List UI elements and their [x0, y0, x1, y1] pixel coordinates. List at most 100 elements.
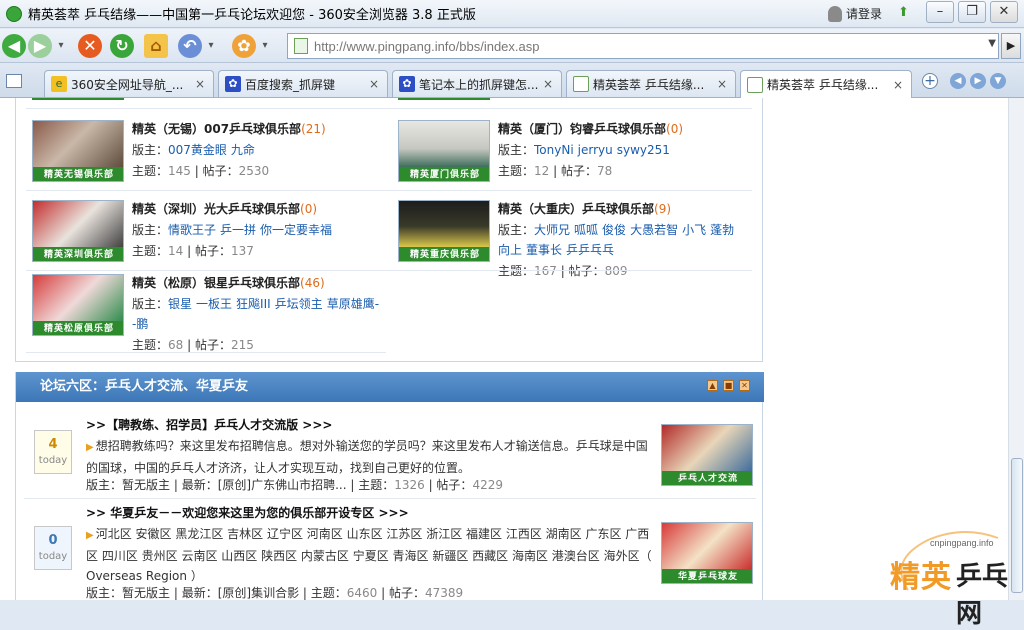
- club-moderators: 版主：007黄金眼 九命: [132, 143, 255, 157]
- club-stats: 主题：14 | 帖子：137: [132, 244, 254, 258]
- close-section-icon[interactable]: ✕: [739, 380, 750, 391]
- page-icon: [573, 76, 589, 92]
- forum-title[interactable]: >> 华夏乒友－－欢迎您来这里为您的俱乐部开设专区 >>>: [86, 504, 409, 521]
- forum-meta: 版主：暂无版主 | 最新：[原创]集训合影 | 主题：6460 | 帖子：473…: [86, 586, 464, 600]
- moderator-link[interactable]: 向上: [498, 243, 522, 257]
- moderator-link[interactable]: 乒一拼: [220, 223, 256, 237]
- forward-icon[interactable]: ▶: [28, 34, 52, 58]
- moderator-link[interactable]: 一板王: [196, 297, 232, 311]
- tab-close-icon[interactable]: ×: [369, 77, 381, 91]
- tab-label: 360安全网址导航_...: [71, 77, 184, 92]
- paw-dropdown-icon[interactable]: ▾: [258, 34, 272, 58]
- moderator-link[interactable]: 俊俊: [602, 223, 626, 237]
- moderator-link[interactable]: 乒乒乓乓: [566, 243, 614, 257]
- tab-pingpang-active[interactable]: 精英荟萃 乒乓结缘... ×: [740, 70, 912, 98]
- sidebar-toggle-icon[interactable]: [6, 74, 22, 88]
- thumbnail-caption: 精英重庆俱乐部: [399, 247, 489, 261]
- club-xiamen: 精英厦门俱乐部 精英（厦门）钧睿乒乓球俱乐部(0) 版主：TonyNi jerry…: [398, 120, 758, 198]
- club-name[interactable]: 精英（大重庆）乒乓球俱乐部(9): [498, 200, 671, 217]
- baidu-paw-icon: ✿: [399, 76, 415, 92]
- undo-close-icon[interactable]: ↶: [178, 34, 202, 58]
- back-icon[interactable]: ◀: [2, 34, 26, 58]
- paw-icon[interactable]: ✿: [232, 34, 256, 58]
- home-icon[interactable]: ⌂: [144, 34, 168, 58]
- login-label: 请登录: [846, 7, 883, 21]
- stop-icon[interactable]: ✕: [78, 34, 102, 58]
- latest-post-link[interactable]: | 最新：[原创]广东佛山市招聘...: [174, 478, 347, 492]
- moderator-link[interactable]: TonyNi: [534, 143, 574, 157]
- moderator-link[interactable]: 你一定要幸福: [260, 223, 332, 237]
- club-name[interactable]: 精英（松原）银星乒乓球俱乐部(46): [132, 274, 325, 291]
- watermark-text-orange: 精英: [890, 560, 952, 595]
- list-icon[interactable]: ■: [723, 380, 734, 391]
- forum-meta: 版主：暂无版主 | 最新：[原创]广东佛山市招聘... | 主题：1326 | …: [86, 478, 503, 492]
- window-title: 精英荟萃 乒乓结缘——中国第一乒乓论坛欢迎您 - 360安全浏览器 3.8 正式…: [28, 8, 476, 23]
- moderator-link[interactable]: sywy251: [617, 143, 670, 157]
- club-name[interactable]: 精英（厦门）钧睿乒乓球俱乐部(0): [498, 120, 683, 137]
- undo-dropdown-icon[interactable]: ▾: [204, 34, 218, 58]
- forum-huaxia-friends: 0 today >> 华夏乒友－－欢迎您来这里为您的俱乐部开设专区 >>> ▶ 河…: [16, 500, 764, 600]
- minimize-button[interactable]: –: [926, 1, 954, 23]
- club-name[interactable]: 精英（深圳）光大乒乓球俱乐部(0): [132, 200, 317, 217]
- moderator-link[interactable]: 007黄金眼: [168, 143, 227, 157]
- moderator-link[interactable]: 蓬勃: [710, 223, 734, 237]
- moderator-link[interactable]: 小飞: [682, 223, 706, 237]
- moderator-link[interactable]: jerryu: [578, 143, 613, 157]
- moderator-link[interactable]: 九命: [231, 143, 255, 157]
- moderator-link[interactable]: 乒坛领主: [275, 297, 323, 311]
- club-thumbnail[interactable]: 精英无锡俱乐部: [32, 120, 124, 182]
- thumbnail-caption: 精英无锡俱乐部: [33, 167, 123, 181]
- tab-close-icon[interactable]: ×: [195, 77, 207, 91]
- club-name[interactable]: 精英（无锡）007乒乓球俱乐部(21): [132, 120, 326, 137]
- club-thumbnail[interactable]: 精英厦门俱乐部: [398, 120, 490, 182]
- latest-post-link[interactable]: | 最新：[原创]集训合影: [174, 586, 299, 600]
- tab-360-nav[interactable]: e 360安全网址导航_... ×: [44, 70, 214, 97]
- history-dropdown-icon[interactable]: ▾: [54, 34, 68, 58]
- club-thumbnail[interactable]: 精英深圳俱乐部: [32, 200, 124, 262]
- moderator-link[interactable]: 董事长: [526, 243, 562, 257]
- tab-baidu-search[interactable]: ✿ 百度搜索_抓屏键 ×: [218, 70, 388, 97]
- forum-thumbnail[interactable]: 乒乓人才交流: [661, 424, 753, 486]
- tab-close-icon[interactable]: ×: [717, 77, 729, 91]
- club-panel: 精英无锡俱乐部 精英（无锡）007乒乓球俱乐部(21) 版主：007黄金眼 九命 …: [15, 98, 763, 362]
- address-dropdown-icon[interactable]: ▼: [988, 38, 996, 49]
- user-icon: [828, 5, 842, 22]
- moderator-link[interactable]: 大师兄: [534, 223, 570, 237]
- moderator-link[interactable]: 狂飚III: [236, 297, 271, 311]
- collapse-icon[interactable]: ▲: [707, 380, 718, 391]
- moderator-link[interactable]: 大愚若智: [630, 223, 678, 237]
- tab-close-icon[interactable]: ×: [893, 78, 905, 92]
- address-url: http://www.pingpang.info/bbs/index.asp: [314, 38, 540, 54]
- club-thumbnail[interactable]: 精英重庆俱乐部: [398, 200, 490, 262]
- address-bar[interactable]: http://www.pingpang.info/bbs/index.asp ▼: [287, 33, 999, 59]
- club-count: (9): [654, 202, 672, 216]
- forum-title[interactable]: >>【聘教练、招学员】乒乓人才交流版 >>>: [86, 416, 332, 433]
- close-window-button[interactable]: ✕: [990, 1, 1018, 23]
- moderator-link[interactable]: 呱呱: [574, 223, 598, 237]
- scroll-tabs-right-icon[interactable]: ▶: [970, 73, 986, 89]
- upgrade-arrow-icon[interactable]: ⬆: [898, 6, 912, 20]
- site-watermark: cnpingpang.info 精英 乒乓网: [868, 520, 1024, 629]
- go-button[interactable]: ▶: [1001, 33, 1021, 59]
- tab-label: 笔记本上的抓屏键怎...: [419, 77, 539, 92]
- new-tab-icon[interactable]: +: [922, 73, 938, 89]
- maximize-button[interactable]: ❐: [958, 1, 986, 23]
- page-icon: [294, 38, 308, 54]
- tab-list-icon[interactable]: ▼: [990, 73, 1006, 89]
- scroll-tabs-left-icon[interactable]: ◀: [950, 73, 966, 89]
- club-songyuan: 精英松原俱乐部 精英（松原）银星乒乓球俱乐部(46) 版主：银星 一板王 狂飚III…: [32, 274, 392, 358]
- forum-thumbnail[interactable]: 华夏乒乓球友: [661, 522, 753, 584]
- tab-screenshot-key[interactable]: ✿ 笔记本上的抓屏键怎... ×: [392, 70, 562, 97]
- club-thumbnail[interactable]: 精英松原俱乐部: [32, 274, 124, 336]
- tab-close-icon[interactable]: ×: [543, 77, 555, 91]
- forum-talent-exchange: 4 today >>【聘教练、招学员】乒乓人才交流版 >>> ▶ 想招聘教练吗？来…: [16, 412, 764, 508]
- baidu-paw-icon: ✿: [225, 76, 241, 92]
- moderator-link[interactable]: 情歌王子: [168, 223, 216, 237]
- tab-bar: e 360安全网址导航_... × ✿ 百度搜索_抓屏键 × ✿ 笔记本上的抓屏…: [0, 64, 1024, 98]
- tab-pingpang-1[interactable]: 精英荟萃 乒乓结缘... ×: [566, 70, 736, 97]
- club-moderators: 版主：情歌王子 乒一拼 你一定要幸福: [132, 223, 333, 237]
- refresh-icon[interactable]: ↻: [110, 34, 134, 58]
- today-badge: 4 today: [34, 430, 72, 474]
- login-link[interactable]: 请登录: [828, 5, 882, 22]
- moderator-link[interactable]: 银星: [168, 297, 192, 311]
